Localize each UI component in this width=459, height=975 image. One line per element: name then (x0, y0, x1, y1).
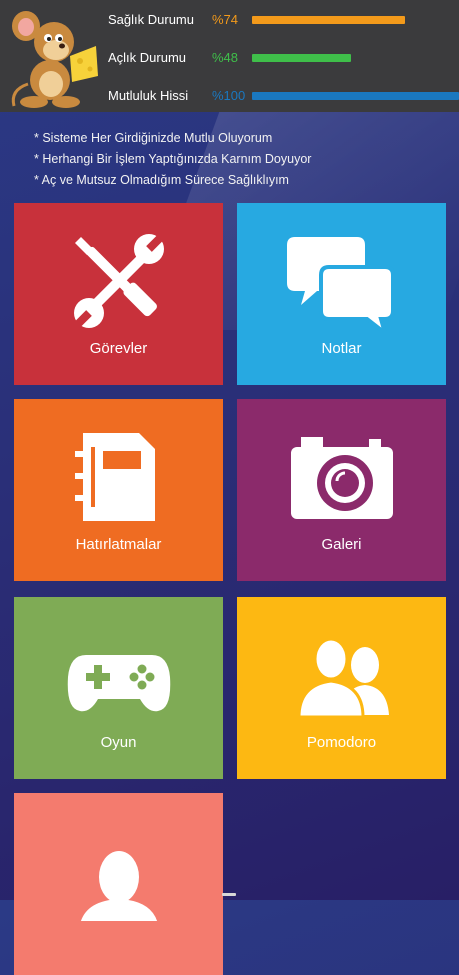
tile-label: Pomodoro (306, 734, 377, 751)
hunger-label: Açlık Durumu (108, 50, 187, 65)
status-header: Sağlık Durumu %74 Açlık Durumu %48 Mutlu… (0, 0, 459, 112)
chat-bubbles-icon (286, 237, 395, 331)
hunger-value: %48 (212, 50, 239, 65)
camera-icon (290, 437, 393, 519)
tile-label: Oyun (100, 734, 137, 751)
hunger-progress-bar (252, 54, 351, 62)
tile-label: Hatırlatmalar (75, 536, 162, 553)
tile-profile[interactable] (14, 793, 223, 975)
person-icon (80, 851, 157, 921)
tile-pomodoro[interactable]: Pomodoro (237, 597, 446, 779)
notebook-icon (74, 433, 155, 521)
tile-label: Galeri (321, 536, 362, 553)
note-line: * Aç ve Mutsuz Olmadığım Sürece Sağlıklı… (34, 173, 289, 187)
health-progress-bar (252, 16, 405, 24)
tile-oyun[interactable]: Oyun (14, 597, 223, 779)
health-value: %74 (212, 12, 239, 27)
scroll-indicator (222, 893, 236, 896)
tile-label: Notlar (321, 340, 362, 357)
note-line: * Herhangi Bir İşlem Yaptığınızda Karnım… (34, 152, 312, 166)
gamepad-icon (67, 655, 170, 712)
tile-galeri[interactable]: Galeri (237, 399, 446, 581)
tools-icon (73, 234, 164, 328)
happiness-label: Mutluluk Hissi (108, 88, 189, 103)
happiness-progress-bar (252, 92, 459, 100)
info-notes: * Sisteme Her Girdiğinizde Mutlu Oluyoru… (34, 128, 311, 191)
happiness-value: %100 (212, 88, 246, 103)
health-label: Sağlık Durumu (108, 12, 194, 27)
tile-gorevler[interactable]: Görevler (14, 203, 223, 385)
tile-label: Görevler (89, 340, 148, 357)
people-icon (296, 637, 389, 719)
tile-hatirlatmalar[interactable]: Hatırlatmalar (14, 399, 223, 581)
note-line: * Sisteme Her Girdiğinizde Mutlu Oluyoru… (34, 131, 273, 145)
tile-notlar[interactable]: Notlar (237, 203, 446, 385)
mouse-mascot-icon (11, 11, 98, 108)
